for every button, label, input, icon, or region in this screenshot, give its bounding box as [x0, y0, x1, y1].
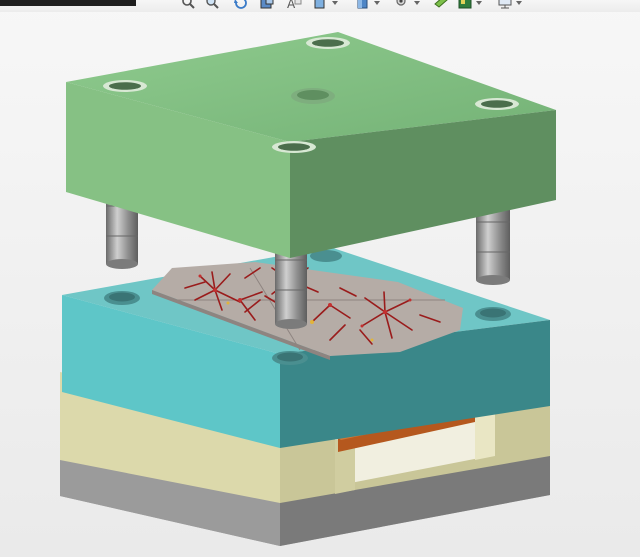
model-viewport[interactable]	[0, 0, 640, 557]
